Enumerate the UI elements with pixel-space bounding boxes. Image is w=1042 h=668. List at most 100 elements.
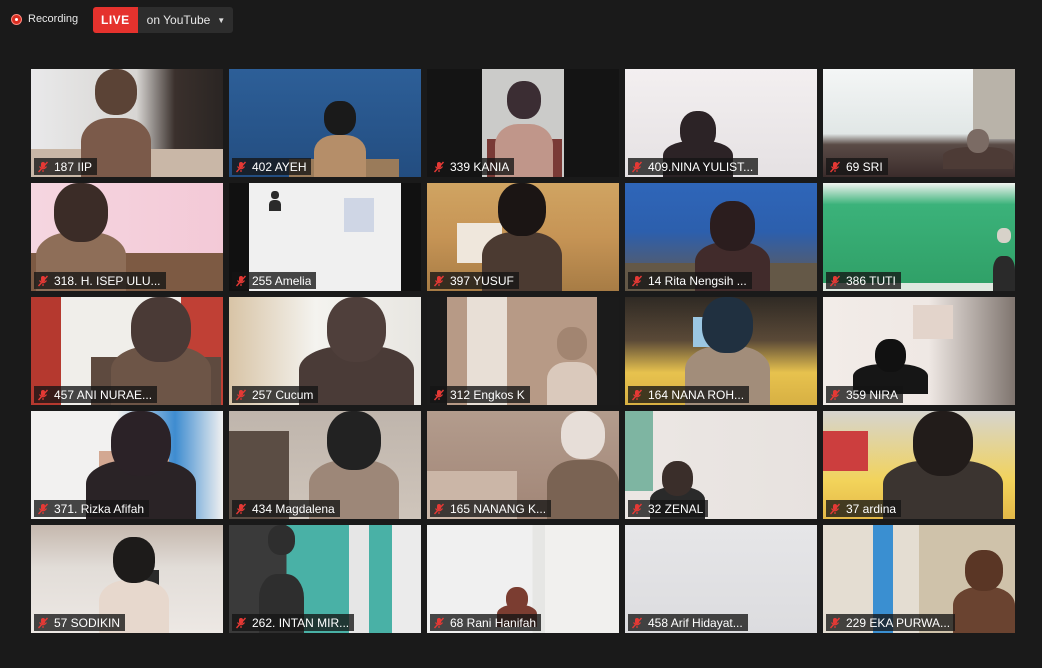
participant-name: 262. INTAN MIR... xyxy=(252,615,350,630)
participant-head xyxy=(95,69,137,116)
participant-head xyxy=(661,461,694,497)
participant-tile[interactable]: 37 ardina xyxy=(823,411,1015,519)
participant-nameplate: 312 Engkos K xyxy=(430,386,530,403)
participant-tile[interactable]: 397 YUSUF xyxy=(427,183,619,291)
participant-tile[interactable]: 318. H. ISEP ULU... xyxy=(31,183,223,291)
muted-mic-icon xyxy=(631,617,643,628)
participant-head xyxy=(268,525,295,555)
participant-head xyxy=(506,587,528,612)
recording-indicator[interactable]: Recording xyxy=(11,11,78,27)
muted-mic-icon xyxy=(829,275,841,286)
participant-name: 402 AYEH xyxy=(252,159,307,174)
participant-tile[interactable]: 409.NINA YULIST... xyxy=(625,69,817,177)
recording-label: Recording xyxy=(28,13,79,25)
muted-mic-icon xyxy=(235,275,247,286)
background-object xyxy=(625,411,653,491)
participant-figure xyxy=(547,362,597,405)
muted-mic-icon xyxy=(235,617,247,628)
participant-tile[interactable]: 165 NANANG K... xyxy=(427,411,619,519)
participant-figure xyxy=(314,135,366,177)
participant-nameplate: 262. INTAN MIR... xyxy=(232,614,355,631)
participant-name: 457 ANI NURAE... xyxy=(54,387,153,402)
background-object xyxy=(913,305,953,339)
participant-nameplate: 371. Rizka Afifah xyxy=(34,500,150,517)
participant-head xyxy=(679,111,717,151)
participant-tile[interactable]: 257 Cucum xyxy=(229,297,421,405)
participant-tile[interactable]: 434 Magdalena xyxy=(229,411,421,519)
participant-head xyxy=(965,550,1003,591)
participant-nameplate: 339 KANIA xyxy=(430,158,515,175)
participant-head xyxy=(710,201,755,251)
participant-name: 255 Amelia xyxy=(252,273,312,288)
participant-tile[interactable]: 229 EKA PURWA... xyxy=(823,525,1015,633)
participant-head xyxy=(54,183,108,243)
muted-mic-icon xyxy=(433,617,445,628)
participant-tile[interactable]: 312 Engkos K xyxy=(427,297,619,405)
muted-mic-icon xyxy=(37,389,49,400)
participant-name: 37 ardina xyxy=(846,501,897,516)
participant-name: 371. Rizka Afifah xyxy=(54,501,145,516)
participant-nameplate: 68 Rani Hanifah xyxy=(430,614,542,631)
participant-head xyxy=(997,228,1011,243)
participant-nameplate: 409.NINA YULIST... xyxy=(628,158,759,175)
participant-tile[interactable]: 339 KANIA xyxy=(427,69,619,177)
muted-mic-icon xyxy=(631,275,643,286)
live-badge: LIVE xyxy=(93,7,138,33)
background-object xyxy=(823,431,868,471)
participant-name: 397 YUSUF xyxy=(450,273,514,288)
muted-mic-icon xyxy=(235,389,247,400)
participant-nameplate: 359 NIRA xyxy=(826,386,904,403)
participant-tile[interactable]: 262. INTAN MIR... xyxy=(229,525,421,633)
live-target-label: on YouTube xyxy=(146,13,211,27)
participant-head xyxy=(561,411,605,459)
muted-mic-icon xyxy=(235,503,247,514)
participant-head xyxy=(111,411,171,477)
participant-tile[interactable]: 402 AYEH xyxy=(229,69,421,177)
participant-tile[interactable]: 68 Rani Hanifah xyxy=(427,525,619,633)
participant-name: 32 ZENAL xyxy=(648,501,704,516)
participant-tile[interactable]: 32 ZENAL xyxy=(625,411,817,519)
participant-name: 229 EKA PURWA... xyxy=(846,615,951,630)
participant-tile[interactable]: 255 Amelia xyxy=(229,183,421,291)
participant-figure xyxy=(993,256,1015,291)
participant-tile[interactable]: 457 ANI NURAE... xyxy=(31,297,223,405)
participant-tile[interactable]: 57 SODIKIN xyxy=(31,525,223,633)
participant-name: 359 NIRA xyxy=(846,387,899,402)
participant-name: 69 SRI xyxy=(846,159,883,174)
participant-head xyxy=(113,537,155,584)
muted-mic-icon xyxy=(829,161,841,172)
participant-nameplate: 255 Amelia xyxy=(232,272,317,289)
participant-tile[interactable]: 14 Rita Nengsih ... xyxy=(625,183,817,291)
muted-mic-icon xyxy=(631,389,643,400)
participant-nameplate: 32 ZENAL xyxy=(628,500,709,517)
participant-name: 14 Rita Nengsih ... xyxy=(648,273,747,288)
muted-mic-icon xyxy=(433,389,445,400)
participant-head xyxy=(324,101,356,136)
participant-name: 257 Cucum xyxy=(252,387,314,402)
live-target-dropdown[interactable]: on YouTube ▼ xyxy=(137,7,234,33)
participant-nameplate: 57 SODIKIN xyxy=(34,614,126,631)
participant-tile[interactable]: 164 NANA ROH... xyxy=(625,297,817,405)
participant-tile[interactable]: 69 SRI xyxy=(823,69,1015,177)
participant-tile[interactable]: 187 IIP xyxy=(31,69,223,177)
participant-nameplate: 187 IIP xyxy=(34,158,98,175)
participant-name: 409.NINA YULIST... xyxy=(648,159,754,174)
participant-name: 458 Arif Hidayat... xyxy=(648,615,743,630)
participant-head xyxy=(967,129,989,154)
participant-nameplate: 397 YUSUF xyxy=(430,272,519,289)
participant-nameplate: 14 Rita Nengsih ... xyxy=(628,272,752,289)
participant-nameplate: 458 Arif Hidayat... xyxy=(628,614,748,631)
participant-name: 318. H. ISEP ULU... xyxy=(54,273,161,288)
participant-tile[interactable]: 458 Arif Hidayat... xyxy=(625,525,817,633)
participant-tile[interactable]: 359 NIRA xyxy=(823,297,1015,405)
live-stream-control[interactable]: LIVE on YouTube ▼ xyxy=(93,7,234,33)
participant-name: 386 TUTI xyxy=(846,273,896,288)
participant-nameplate: 164 NANA ROH... xyxy=(628,386,750,403)
participant-nameplate: 457 ANI NURAE... xyxy=(34,386,158,403)
muted-mic-icon xyxy=(433,503,445,514)
participant-tile[interactable]: 386 TUTI xyxy=(823,183,1015,291)
muted-mic-icon xyxy=(235,161,247,172)
participant-tile[interactable]: 371. Rizka Afifah xyxy=(31,411,223,519)
participant-head xyxy=(326,297,387,363)
background-object xyxy=(344,198,374,232)
